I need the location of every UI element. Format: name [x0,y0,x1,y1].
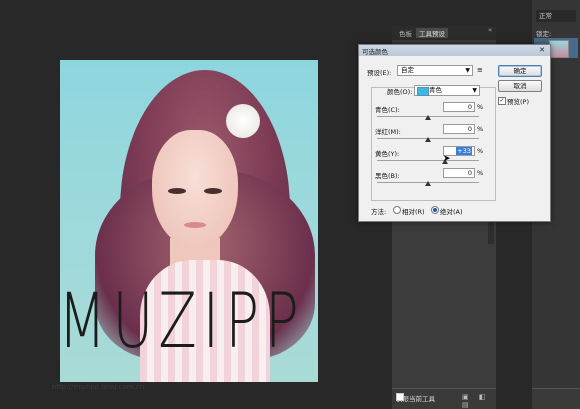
magenta-label: 洋红(M): [375,128,401,136]
relative-label: 相对(R) [402,208,425,216]
only-current-checkbox[interactable] [396,393,404,401]
method-label: 方法: [371,208,387,216]
preview-checkbox[interactable]: ✓ [498,97,506,105]
black-field[interactable]: 0 [443,168,475,178]
preset-value: 自定 [401,66,414,74]
watermark-url: http://muzipp.blog.com.cn [52,383,145,391]
cyan-slider-thumb[interactable] [425,115,431,120]
cyan-unit: % [477,103,484,111]
panel-footer: 仅限当前工具 ▣ ◧ ▤ [392,388,496,409]
selective-color-dialog: 可选颜色 ✕ 预设(E): 自定 ▼ ≡ 确定 取消 ✓ 预览(P) 颜色(O):… [358,44,551,222]
left-eye [168,188,186,194]
colors-label: 颜色(O): [387,88,413,96]
radio-relative[interactable] [393,206,401,214]
face [152,130,238,248]
pointer-cursor-icon: ➤ [443,154,451,164]
layers-footer [532,388,580,409]
yellow-label: 黄色(Y): [375,150,400,158]
right-eye [204,188,222,194]
only-current-tool[interactable]: 仅限当前工具 [396,393,435,403]
cancel-button[interactable]: 取消 [498,80,542,92]
panel-tabs: 色板 工具预设 [392,26,496,40]
chevron-down-icon: ▼ [465,67,470,74]
collapse-icon[interactable]: « [488,26,496,34]
black-unit: % [477,169,484,177]
dialog-title: 可选颜色 [362,48,388,56]
canvas-image[interactable]: MUZIPP [60,60,318,382]
magenta-slider-thumb[interactable] [425,137,431,142]
tab-swatches[interactable]: 色板 [396,28,415,38]
absolute-label: 绝对(A) [440,208,463,216]
blend-mode-select[interactable]: 正常 [536,10,576,22]
ok-button[interactable]: 确定 [498,65,542,77]
lock-label: 锁定: [536,30,552,38]
yellow-value: +33 [456,147,472,155]
yellow-slider[interactable] [377,160,479,161]
preset-label: 预设(E): [367,69,392,77]
dialog-titlebar[interactable]: 可选颜色 ✕ [359,45,550,56]
tab-tool-presets[interactable]: 工具预设 [416,28,448,38]
cyan-field[interactable]: 0 [443,102,475,112]
magenta-unit: % [477,125,484,133]
radio-absolute[interactable] [431,206,439,214]
chevron-down-icon: ▼ [472,87,477,94]
close-icon[interactable]: ✕ [536,46,548,54]
preview-label: 预览(P) [507,98,529,106]
watermark-text: MUZIPP [60,278,305,366]
preset-select[interactable]: 自定 ▼ [397,65,473,76]
colors-value: 青色 [429,86,442,94]
cyan-label: 青色(C): [375,106,400,114]
magenta-field[interactable]: 0 [443,124,475,134]
panel-options-icon[interactable]: ≡ [477,66,483,74]
colors-select[interactable]: 青色 ▼ [414,85,480,96]
yellow-unit: % [477,147,484,155]
lips [184,222,206,228]
black-label: 黑色(B): [375,172,400,180]
black-slider-thumb[interactable] [425,181,431,186]
hair-flower [226,104,260,138]
layer-thumbnail[interactable] [549,40,569,58]
cyan-swatch [417,87,429,96]
panel-footer-icons[interactable]: ▣ ◧ ▤ [462,393,496,409]
